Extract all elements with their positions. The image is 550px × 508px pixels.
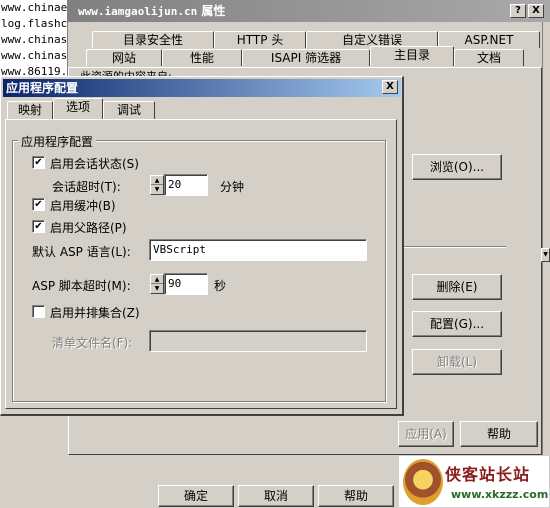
logo-name: 侠客站长站	[445, 465, 531, 484]
site-list: www.chinaext log.flashco www.chinassj ww…	[0, 0, 68, 80]
dialog-title-bar: 应用程序配置	[3, 79, 401, 97]
logo-emblem-icon	[403, 459, 443, 505]
app-config-group	[12, 140, 386, 402]
unload-button[interactable]: 卸载(L)	[412, 349, 502, 375]
configure-button[interactable]: 配置(G)...	[412, 311, 502, 337]
tab-performance[interactable]: 性能	[162, 49, 242, 66]
tab-home-directory[interactable]: 主目录	[370, 46, 454, 66]
tab-documents[interactable]: 文档	[454, 49, 524, 66]
help-title-button[interactable]: ?	[510, 4, 526, 18]
properties-title-suffix: 属性	[201, 4, 226, 18]
site-logo: 侠客站长站 www.xkzzz.com	[398, 455, 550, 508]
apply-button[interactable]: 应用(A)	[398, 421, 454, 447]
site-list-item[interactable]: www.chinassj	[1, 48, 67, 64]
tab-options[interactable]: 选项	[53, 98, 103, 119]
properties-title-bar: www.iamgaolijun.cn 属性	[68, 0, 550, 22]
scrollbar-strip	[542, 22, 550, 462]
tab-aspnet[interactable]: ASP.NET	[438, 31, 540, 48]
site-list-item[interactable]: www.chinassj	[1, 32, 67, 48]
back-help-button[interactable]: 帮助	[460, 421, 538, 447]
separator	[404, 246, 506, 248]
properties-title-domain: www.iamgaolijun.cn	[78, 5, 198, 18]
remove-button[interactable]: 删除(E)	[412, 274, 502, 300]
tab-isapi-filters[interactable]: ISAPI 筛选器	[242, 49, 370, 66]
site-list-item[interactable]: www.chinaext	[1, 0, 67, 16]
scroll-down-icon[interactable]: ▼	[541, 248, 550, 262]
tab-debugging[interactable]: 调试	[103, 101, 155, 119]
logo-url: www.xkzzz.com	[451, 488, 549, 501]
dialog-title: 应用程序配置	[6, 81, 79, 95]
tab-http-headers[interactable]: HTTP 头	[214, 31, 306, 48]
tab-mappings[interactable]: 映射	[7, 101, 53, 119]
site-list-item[interactable]: log.flashco	[1, 16, 67, 32]
dialog-close-button[interactable]: X	[382, 80, 398, 94]
ok-button[interactable]: 确定	[158, 485, 234, 507]
dialog-help-button[interactable]: 帮助	[318, 485, 394, 507]
tab-website[interactable]: 网站	[86, 49, 162, 66]
cancel-button[interactable]: 取消	[238, 485, 314, 507]
tab-directory-security[interactable]: 目录安全性	[92, 31, 214, 48]
browse-button[interactable]: 浏览(O)...	[412, 154, 502, 180]
close-title-button[interactable]: X	[528, 4, 544, 18]
